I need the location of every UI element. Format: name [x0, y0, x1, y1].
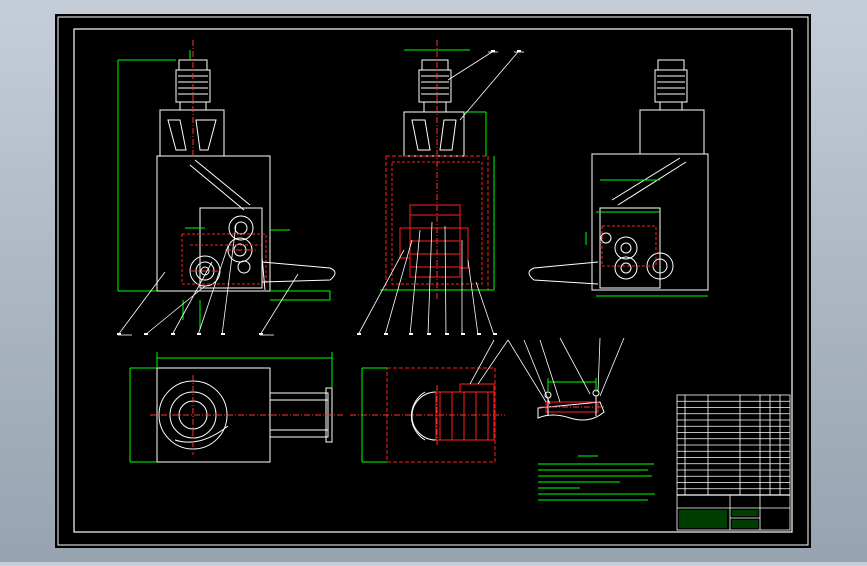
mechanical-drawing	[55, 14, 811, 548]
cad-viewport[interactable]	[0, 0, 867, 562]
